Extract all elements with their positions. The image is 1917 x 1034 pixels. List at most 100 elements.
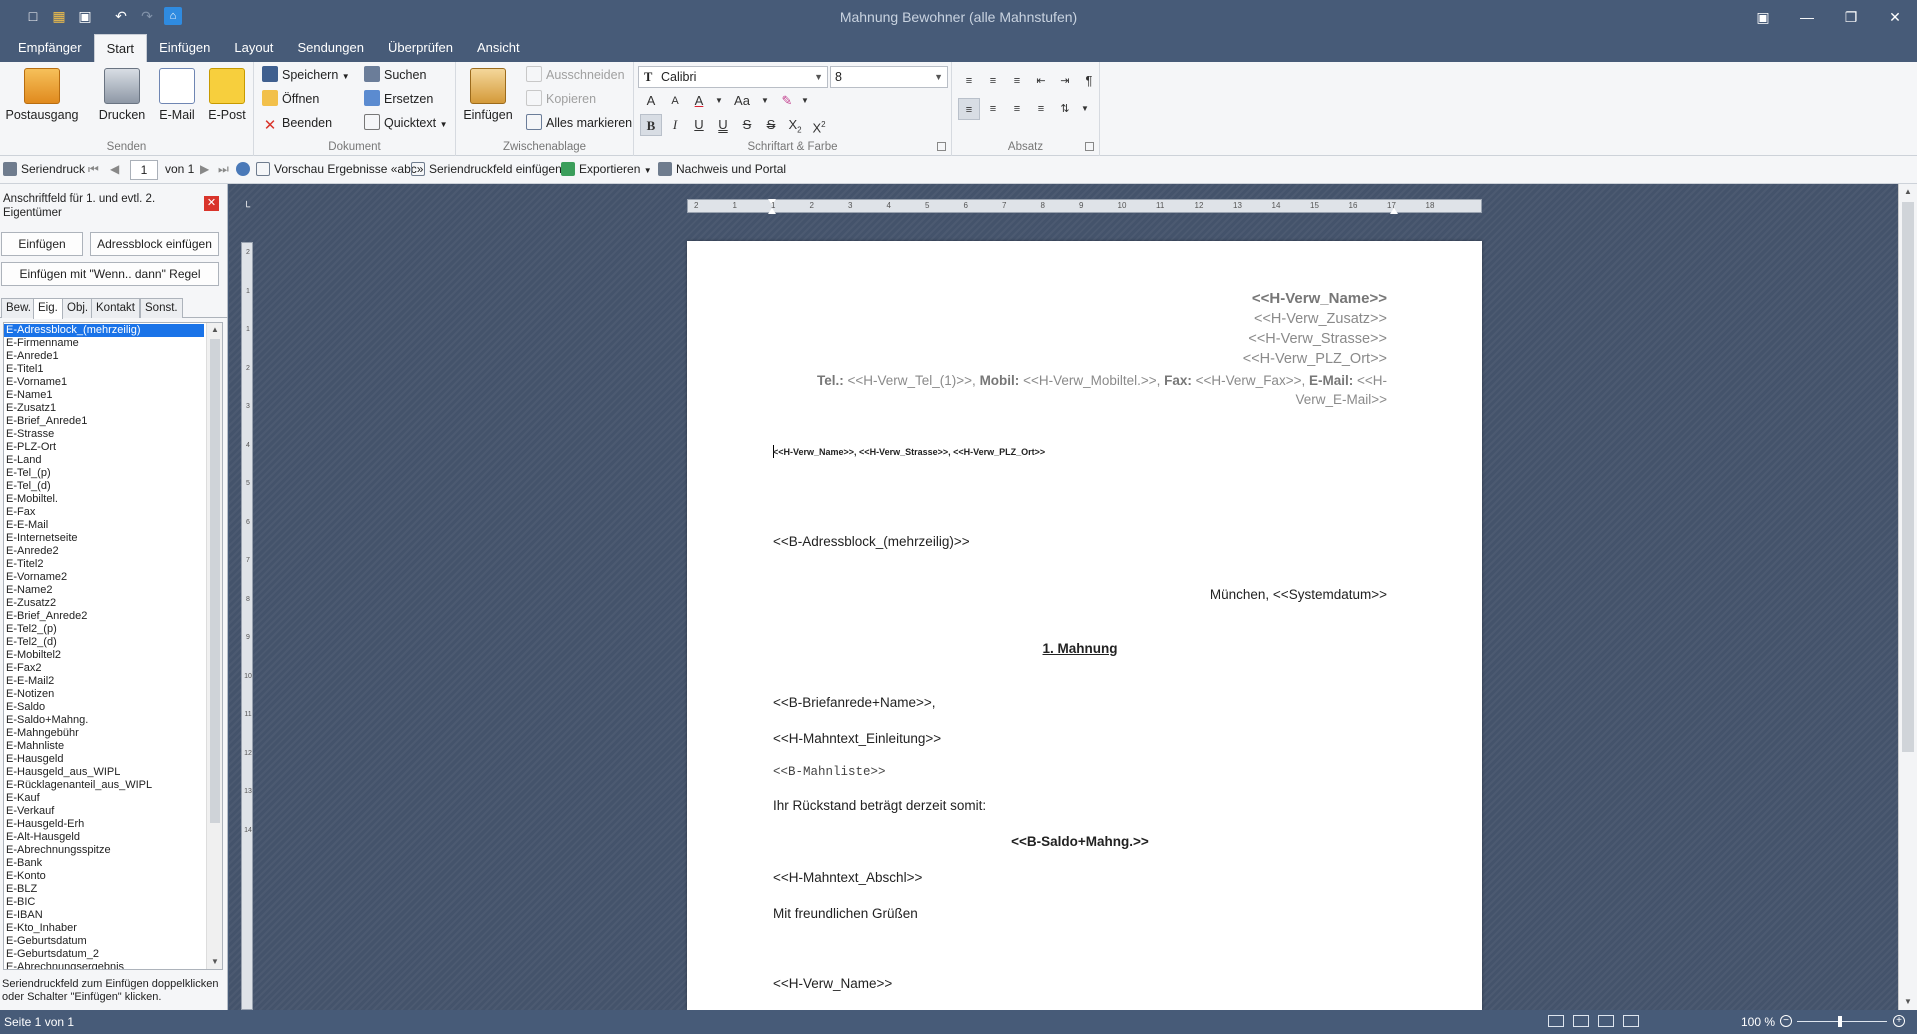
tab-layout[interactable]: Layout — [222, 34, 285, 62]
list-item[interactable]: E-Rücklagenanteil_aus_WIPL — [4, 779, 204, 792]
signature-field[interactable]: <<H-Verw_Name>> — [773, 976, 892, 991]
list-item[interactable]: E-Tel_(d) — [4, 480, 204, 493]
nachweis-button[interactable]: Nachweis und Portal — [658, 162, 786, 176]
double-strikethrough-icon[interactable]: S — [760, 114, 782, 136]
font-color-icon[interactable]: A — [688, 90, 710, 112]
list-item[interactable]: E-BIC — [4, 896, 204, 909]
list-item[interactable]: E-Notizen — [4, 688, 204, 701]
list-item[interactable]: E-Geburtsdatum — [4, 935, 204, 948]
align-right-icon[interactable]: ≡ — [1006, 98, 1028, 120]
list-item[interactable]: E-Anrede2 — [4, 545, 204, 558]
beenden-button[interactable]: ✕ Beenden — [262, 112, 332, 134]
list-item[interactable]: E-Mobiltel2 — [4, 649, 204, 662]
verwalter-strasse-field[interactable]: <<H-Verw_Strasse>> — [1243, 329, 1387, 349]
vorschau-button[interactable]: Vorschau Ergebnisse «abc» — [256, 162, 423, 176]
tab-ansicht[interactable]: Ansicht — [465, 34, 532, 62]
list-item[interactable]: E-Kauf — [4, 792, 204, 805]
list-item[interactable]: E-Internetseite — [4, 532, 204, 545]
list-item[interactable]: E-Zusatz1 — [4, 402, 204, 415]
seriendruckfeld-einfuegen-button[interactable]: Seriendruckfeld einfügen — [411, 162, 562, 176]
list-item[interactable]: E-Name1 — [4, 389, 204, 402]
scroll-thumb[interactable] — [210, 339, 220, 823]
list-item[interactable]: E-Anrede1 — [4, 350, 204, 363]
list-item[interactable]: E-Vorname2 — [4, 571, 204, 584]
seriendruck-button[interactable]: Seriendruck — [3, 162, 85, 176]
tab-bew[interactable]: Bew. — [1, 298, 36, 318]
date-line[interactable]: München, <<Systemdatum>> — [1210, 587, 1387, 602]
list-item[interactable]: E-Saldo+Mahng. — [4, 714, 204, 727]
document-area[interactable]: └ 2 1 1 2 3 4 5 6 7 8 9 10 11 12 13 14 15 16 17 18 21123456… — [229, 184, 1898, 1010]
next-record-icon[interactable]: ▶ — [200, 162, 209, 176]
italic-icon[interactable]: I — [664, 114, 686, 136]
scroll-down-icon[interactable]: ▼ — [207, 955, 222, 969]
verwalter-name-field[interactable]: <<H-Verw_Name>> — [1243, 289, 1387, 309]
list-item[interactable]: E-Mahnliste — [4, 740, 204, 753]
tab-stop-selector[interactable]: └ — [243, 202, 250, 213]
greeting-text[interactable]: Mit freundlichen Grüßen — [773, 906, 918, 921]
intro-field[interactable]: <<H-Mahntext_Einleitung>> — [773, 731, 941, 746]
list-item[interactable]: E-Hausgeld-Erh — [4, 818, 204, 831]
scroll-up-icon[interactable]: ▲ — [1899, 184, 1917, 200]
font-size-select[interactable]: 8 ▼ — [830, 66, 948, 88]
zoom-slider-thumb[interactable] — [1837, 1016, 1842, 1027]
web-layout-icon[interactable] — [1598, 1015, 1614, 1027]
shrink-font-icon[interactable]: A — [664, 90, 686, 112]
list-item[interactable]: E-Konto — [4, 870, 204, 883]
list-item[interactable]: E-IBAN — [4, 909, 204, 922]
scroll-thumb[interactable] — [1902, 202, 1914, 752]
rueckstand-text[interactable]: Ihr Rückstand beträgt derzeit somit: — [773, 798, 986, 813]
speichern-button[interactable]: Speichern ▼ — [262, 64, 350, 86]
superscript-icon[interactable]: X2 — [808, 114, 830, 136]
list-item[interactable]: E-PLZ-Ort — [4, 441, 204, 454]
field-list[interactable]: E-Adressblock_(mehrzeilig) E-Firmenname E-… — [3, 322, 223, 970]
list-item[interactable]: E-E-Mail2 — [4, 675, 204, 688]
list-item[interactable]: E-Tel_(p) — [4, 467, 204, 480]
vertical-ruler[interactable]: 2 1 1 2 3 4 5 6 7 8 9 10 11 12 13 14 — [241, 242, 253, 1010]
salutation-field[interactable]: <<B-Briefanrede+Name>>, — [773, 695, 935, 710]
quicktext-button[interactable]: Quicktext ▼ — [364, 112, 448, 134]
list-item[interactable]: E-Kto_Inhaber — [4, 922, 204, 935]
zoom-out-icon[interactable]: − — [1780, 1015, 1792, 1027]
alles-markieren-button[interactable]: Alles markieren — [526, 112, 632, 134]
scroll-down-icon[interactable]: ▼ — [1899, 994, 1917, 1010]
list-item[interactable]: E-Zusatz2 — [4, 597, 204, 610]
list-item[interactable]: E-Land — [4, 454, 204, 467]
fax-field[interactable]: <<H-Verw_Fax>>, — [1192, 373, 1309, 388]
ausschneiden-button[interactable]: Ausschneiden — [526, 64, 625, 86]
list-item[interactable]: E-Abrechnungsergebnis — [4, 961, 204, 969]
pilcrow-icon[interactable]: ¶ — [1078, 70, 1100, 92]
scroll-up-icon[interactable]: ▲ — [207, 323, 222, 337]
full-screen-icon[interactable] — [1573, 1015, 1589, 1027]
screenshot-icon[interactable]: ▣ — [1741, 0, 1785, 34]
postausgang-button[interactable]: Postausgang — [4, 66, 80, 122]
epost-button[interactable]: E-Post — [203, 66, 251, 122]
document-scrollbar[interactable]: ▲ ▼ — [1898, 184, 1917, 1010]
list-item[interactable]: E-Tel2_(p) — [4, 623, 204, 636]
adressblock-field[interactable]: <<B-Adressblock_(mehrzeilig)>> — [773, 534, 970, 549]
dialog-launcher-icon[interactable] — [1085, 142, 1094, 151]
list-item[interactable]: E-Hausgeld — [4, 753, 204, 766]
justify-icon[interactable]: ≡ — [1030, 98, 1052, 120]
list-item[interactable]: E-Fax2 — [4, 662, 204, 675]
list-item[interactable]: E-Geburtsdatum_2 — [4, 948, 204, 961]
list-item[interactable]: E-Brief_Anrede2 — [4, 610, 204, 623]
tab-ueberpruefen[interactable]: Überprüfen — [376, 34, 465, 62]
restore-button[interactable]: ❐ — [1829, 0, 1873, 34]
mobil-field[interactable]: <<H-Verw_Mobiltel.>>, — [1019, 373, 1164, 388]
list-item[interactable]: E-Bank — [4, 857, 204, 870]
minimize-button[interactable]: — — [1785, 0, 1829, 34]
chevron-down-icon[interactable]: ▼ — [1074, 98, 1096, 120]
subscript-icon[interactable]: X2 — [784, 114, 806, 136]
list-item[interactable]: E-Alt-Hausgeld — [4, 831, 204, 844]
tab-einfuegen[interactable]: Einfügen — [147, 34, 222, 62]
document-page[interactable]: <<H-Verw_Name>> <<H-Verw_Zusatz>> <<H-Ve… — [687, 241, 1482, 1010]
list-item[interactable]: E-Adressblock_(mehrzeilig) — [4, 323, 205, 338]
bullet-list-icon[interactable]: ≡ — [958, 70, 980, 92]
einfuegen-field-button[interactable]: Einfügen — [1, 232, 83, 256]
field-list-scrollbar[interactable]: ▲ ▼ — [206, 323, 222, 969]
chevron-down-icon[interactable]: ▼ — [754, 90, 776, 112]
regel-einfuegen-button[interactable]: Einfügen mit "Wenn.. dann" Regel — [1, 262, 219, 286]
tab-eig[interactable]: Eig. — [33, 298, 63, 319]
sender-line[interactable]: <<H-Verw_Name>>, <<H-Verw_Strasse>>, <<H… — [773, 447, 1045, 457]
record-number-input[interactable]: 1 — [130, 160, 158, 180]
